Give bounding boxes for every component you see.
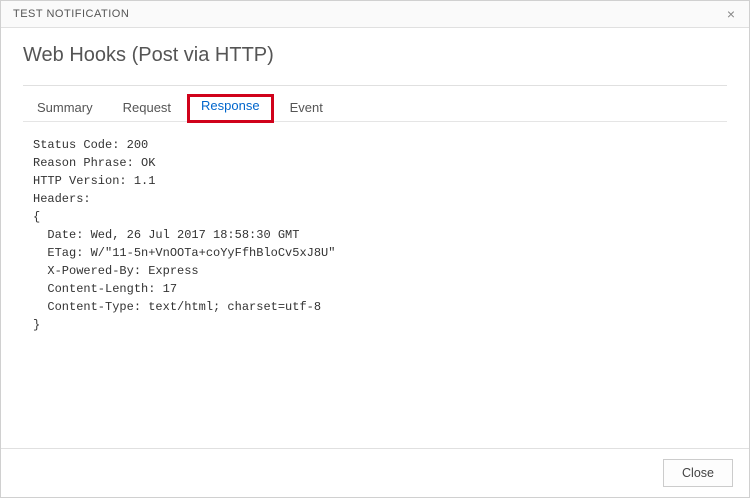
tab-response[interactable]: Response [187, 94, 274, 123]
test-notification-dialog: TEST NOTIFICATION × Web Hooks (Post via … [0, 0, 750, 498]
close-icon[interactable]: × [723, 7, 739, 21]
response-body: Status Code: 200 Reason Phrase: OK HTTP … [23, 122, 727, 448]
dialog-content: Web Hooks (Post via HTTP) Summary Reques… [1, 28, 749, 448]
page-title: Web Hooks (Post via HTTP) [23, 44, 727, 67]
close-button[interactable]: Close [663, 459, 733, 487]
tab-event[interactable]: Event [276, 96, 337, 121]
titlebar: TEST NOTIFICATION × [1, 1, 749, 28]
dialog-title: TEST NOTIFICATION [13, 8, 129, 20]
dialog-footer: Close [1, 448, 749, 497]
tab-summary[interactable]: Summary [23, 96, 107, 121]
tabs: Summary Request Response Event [23, 86, 727, 122]
tab-request[interactable]: Request [109, 96, 185, 121]
